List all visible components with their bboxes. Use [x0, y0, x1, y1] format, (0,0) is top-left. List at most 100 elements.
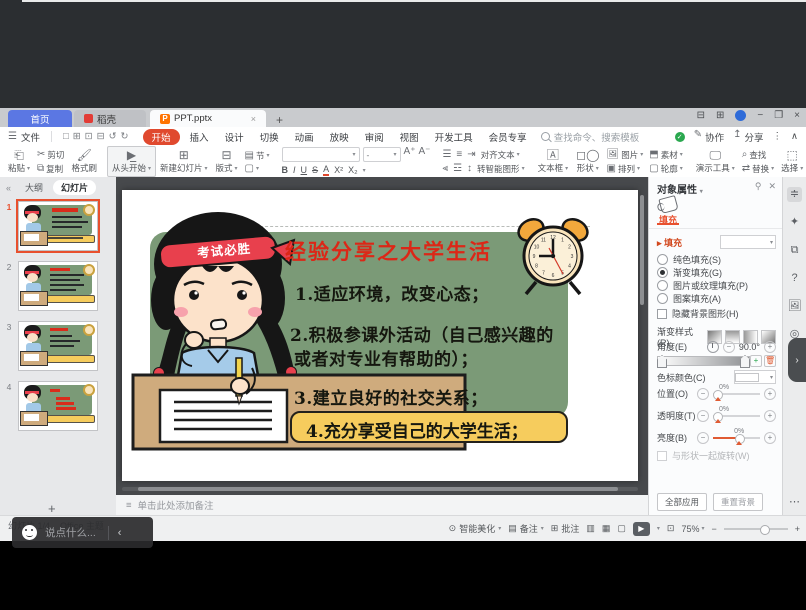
menu-item-review[interactable]: 审阅 — [357, 130, 392, 144]
align-center-icon[interactable]: ☲ — [453, 164, 462, 174]
format-painter-button[interactable]: 🖌 格式刷 — [67, 147, 101, 176]
normal-view-icon[interactable]: ▥ — [586, 523, 595, 534]
cut-button[interactable]: ✂剪切 — [37, 149, 64, 161]
line-spacing-icon[interactable]: ↕ — [467, 164, 472, 174]
increase-font-icon[interactable]: A⁺ — [404, 147, 416, 162]
pin-icon[interactable]: ⚲ — [755, 181, 762, 192]
minimize-button[interactable]: − — [757, 110, 763, 121]
reading-view-icon[interactable]: ▢ — [617, 523, 626, 534]
position-slider[interactable]: 0% — [713, 393, 760, 395]
brightness-slider[interactable]: 0% — [713, 437, 760, 439]
transparency-minus[interactable]: − — [697, 410, 709, 422]
radio-gradient-fill[interactable]: 渐变填充(G) — [657, 266, 776, 279]
layout-switch-icon[interactable]: ⊟ — [697, 110, 705, 121]
reset-background-button[interactable]: 重置背景 — [713, 493, 763, 511]
menu-item-member[interactable]: 会员专享 — [481, 130, 535, 144]
angle-dial-icon[interactable] — [707, 341, 719, 353]
slide-thumbnail-2[interactable] — [18, 261, 98, 311]
sorter-view-icon[interactable]: ▦ — [602, 523, 611, 534]
fit-slide-icon[interactable]: ⊡ — [667, 523, 675, 534]
material-button[interactable]: ⬒素材▾ — [649, 149, 682, 161]
command-search-input[interactable]: 查找命令、搜索模板 — [541, 130, 669, 144]
slide-title[interactable]: 经验分享之大学生活 — [285, 236, 492, 266]
menu-item-animation[interactable]: 动画 — [287, 130, 322, 144]
close-button[interactable]: × — [794, 110, 800, 121]
copy-button[interactable]: ⧉复制 — [37, 163, 64, 175]
transparency-plus[interactable]: + — [764, 410, 776, 422]
tab-document[interactable]: P PPT.pptx × — [150, 110, 266, 127]
vertical-scrollbar[interactable] — [640, 195, 644, 305]
notes-button[interactable]: ▤备注▾ — [508, 522, 544, 535]
tab-grid-icon[interactable]: ⊞ — [716, 110, 724, 121]
chat-input[interactable]: 说点什么... — [45, 525, 96, 540]
beautify-wand-icon[interactable]: ✦ — [787, 215, 802, 230]
zoom-out-button[interactable]: − — [711, 524, 716, 534]
properties-icon[interactable]: ≑ — [787, 187, 802, 202]
collapse-chat-icon[interactable]: ‹ — [118, 527, 122, 539]
outline-button[interactable]: ▢轮廓▾ — [649, 163, 682, 175]
beautify-button[interactable]: ⊙智能美化▾ — [449, 522, 502, 535]
collapse-ribbon-icon[interactable]: ∧ — [791, 131, 798, 142]
angle-minus-button[interactable]: − — [723, 341, 735, 353]
italic-button[interactable]: I — [293, 165, 296, 175]
menu-item-design[interactable]: 设计 — [217, 130, 252, 144]
notes-bar[interactable]: ≡ 单击此处添加备注 — [116, 495, 648, 515]
close-panel-icon[interactable]: ✕ — [768, 181, 776, 192]
shapes-button[interactable]: ◻◯ 形状▾ — [572, 147, 603, 176]
numbering-icon[interactable]: ≡ — [456, 150, 462, 160]
new-slide-button[interactable]: ⊞ 新建幻灯片▾ — [156, 147, 212, 176]
play-from-start-button[interactable]: ▶̲ 从头开始▾ — [107, 146, 156, 177]
panel-title[interactable]: 对象属性 ▾ — [657, 181, 703, 196]
present-tools-button[interactable]: 🖵 演示工具▾ — [692, 147, 739, 176]
to-smartart-button[interactable]: 转智能图形▾ — [477, 163, 525, 175]
slide-item-2a[interactable]: 2.积极参课外活动（自己感兴趣的 — [290, 321, 554, 346]
account-avatar[interactable] — [735, 110, 746, 121]
collapse-panel-button[interactable]: « — [6, 183, 11, 193]
menu-item-devtools[interactable]: 开发工具 — [427, 130, 481, 144]
add-slide-button[interactable]: + — [48, 501, 56, 516]
align-left-icon[interactable]: ⫷ — [442, 164, 448, 174]
select-button[interactable]: ⬚ 选择▾ — [777, 147, 806, 176]
help-icon[interactable]: ? — [787, 271, 802, 286]
transparency-slider[interactable]: 0% — [713, 415, 760, 417]
collab-button[interactable]: ✎协作 — [694, 130, 724, 144]
underline-button[interactable]: U — [301, 165, 308, 175]
yellow-banner-shape[interactable]: 4.充分享受自己的大学生活； — [290, 411, 568, 443]
zoom-level[interactable]: 75%▾ — [681, 524, 704, 534]
picture-button[interactable]: 🖼图片▾ — [607, 149, 644, 161]
emoji-icon[interactable] — [22, 525, 37, 540]
menu-item-view[interactable]: 视图 — [392, 130, 427, 144]
slide-thumbnail-4[interactable] — [18, 381, 98, 431]
radio-pattern-fill[interactable]: 图案填充(A) — [657, 292, 776, 305]
strike-button[interactable]: S — [312, 165, 318, 175]
menu-item-insert[interactable]: 插入 — [182, 130, 217, 144]
layout-button[interactable]: ⊟ 版式▾ — [212, 147, 242, 176]
horizontal-scrollbar[interactable] — [122, 487, 638, 491]
reset-button[interactable]: ▢▾ — [245, 164, 270, 174]
new-tab-button[interactable]: + — [276, 113, 283, 127]
stop-color-combo[interactable]: ▾ — [734, 370, 776, 384]
share-button[interactable]: ↥分享 — [733, 130, 763, 144]
find-button[interactable]: ⌕查找 — [742, 149, 774, 161]
fill-preset-combo[interactable]: ▾ — [720, 235, 776, 249]
tab-outline[interactable]: 大纲 — [25, 181, 43, 194]
slides-library-icon[interactable]: ⧉ — [787, 243, 802, 258]
font-color-button[interactable]: A — [323, 164, 329, 176]
file-menu[interactable]: ☰文件 — [0, 130, 48, 144]
menu-item-slideshow[interactable]: 放映 — [322, 130, 357, 144]
brightness-plus[interactable]: + — [764, 432, 776, 444]
angle-value[interactable]: 90.0° — [739, 342, 760, 352]
align-text-button[interactable]: 对齐文本▾ — [481, 149, 520, 161]
cloud-sync-icon[interactable]: ✓ — [675, 132, 685, 142]
font-size-combo[interactable]: -▾ — [363, 147, 401, 162]
subscript-button[interactable]: X₂ — [348, 165, 358, 175]
hide-bg-checkbox[interactable]: 隐藏背景图形(H) — [657, 307, 776, 320]
tab-slides[interactable]: 幻灯片 — [53, 180, 96, 195]
superscript-button[interactable]: X² — [334, 165, 343, 175]
quick-access-icons[interactable]: □⊞⊡⊟↺↻ — [55, 131, 141, 142]
slide-thumbnail-1[interactable] — [18, 201, 98, 251]
fill-tab[interactable]: 填充 — [659, 197, 677, 226]
restore-button[interactable]: ❐ — [774, 110, 783, 121]
zoom-in-button[interactable]: + — [795, 524, 800, 534]
slide-thumbnail-3[interactable] — [18, 321, 98, 371]
